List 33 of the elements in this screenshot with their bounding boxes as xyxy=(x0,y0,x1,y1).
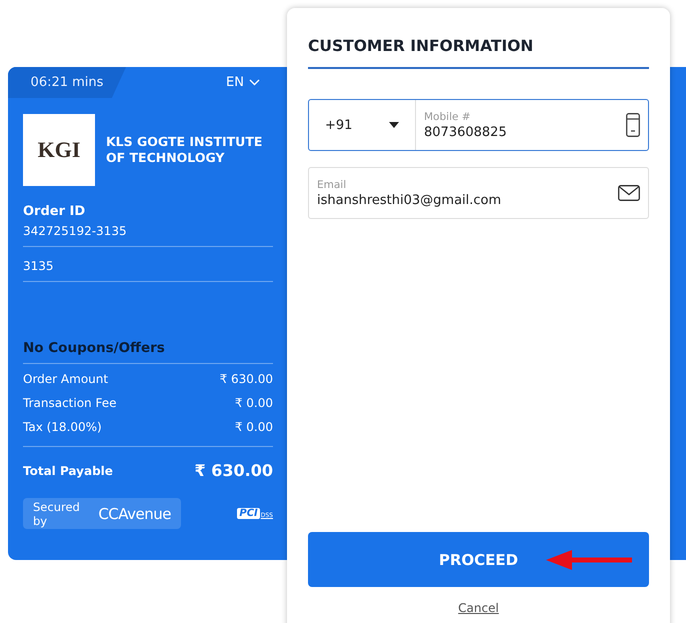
caret-icon xyxy=(389,122,399,128)
total-amount: ₹ 630.00 xyxy=(194,461,273,480)
email-field[interactable]: Email ishanshresthi03@gmail.com xyxy=(308,167,649,219)
field-label: Email xyxy=(317,178,348,190)
charge-label: Transaction Fee xyxy=(23,395,116,412)
cancel-link[interactable]: Cancel xyxy=(458,601,499,615)
countdown-timer: 06:21 mins xyxy=(8,67,126,98)
proceed-button[interactable]: PROCEED xyxy=(308,532,649,587)
field-value: ishanshresthi03@gmail.com xyxy=(317,192,502,208)
charge-label: Tax (18.00%) xyxy=(23,419,102,436)
charge-amount: ₹ 0.00 xyxy=(234,419,273,436)
secured-label: Secured by xyxy=(33,500,81,528)
charge-amount: ₹ 630.00 xyxy=(220,371,273,388)
merchant-name: KLS GOGTE INSTITUTE OF TECHNOLOGY xyxy=(106,134,264,166)
chevron-icon xyxy=(249,79,260,86)
mail-icon xyxy=(618,185,640,201)
pci-logo: PCI xyxy=(237,508,260,519)
order-reference: 3135 xyxy=(23,247,273,282)
country-code-dropdown[interactable]: +91 xyxy=(309,100,416,150)
charge-amount: ₹ 0.00 xyxy=(234,395,273,412)
form-title: CUSTOMER INFORMATION xyxy=(308,8,649,69)
charge-label: Order Amount xyxy=(23,371,108,388)
total-label: Total Payable xyxy=(23,464,113,478)
field-value: 8073608825 xyxy=(424,124,507,140)
order-id: 342725192-3135 xyxy=(23,224,273,247)
merchant-logo: KGI xyxy=(23,114,95,186)
coupons-heading: No Coupons/Offers xyxy=(23,340,273,364)
language-dropdown[interactable]: EN xyxy=(220,74,266,91)
brand-logo: CCAvenue xyxy=(98,504,171,522)
mobile-field[interactable]: +91 Mobile # 8073608825 xyxy=(308,99,649,151)
field-label: Mobile # xyxy=(424,110,472,122)
phone-icon xyxy=(626,113,640,137)
order-id-label: Order ID xyxy=(23,204,86,219)
